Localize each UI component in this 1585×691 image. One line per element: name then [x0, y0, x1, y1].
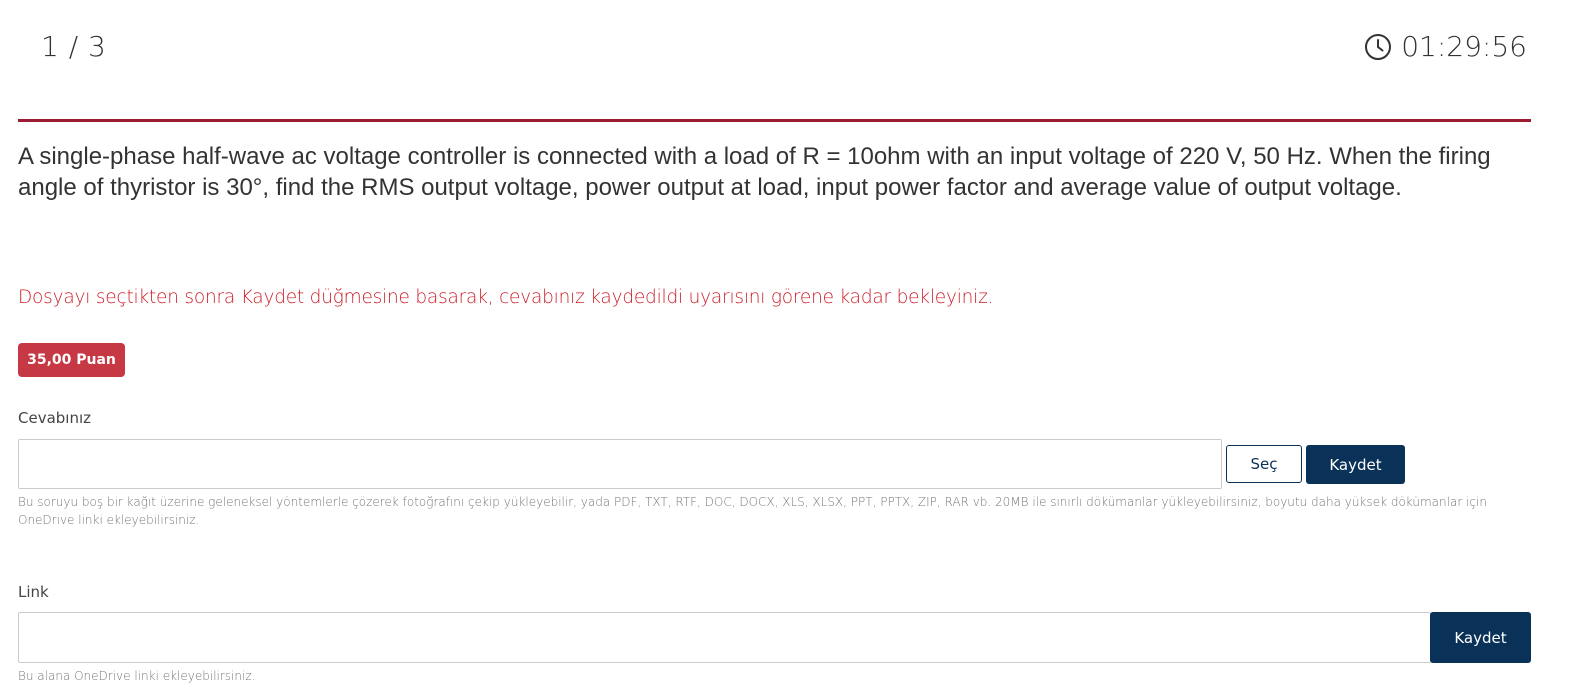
points-badge: 35,00 Puan — [18, 343, 125, 377]
link-label: Link — [18, 583, 49, 601]
answer-file-field[interactable] — [18, 439, 1222, 489]
answer-label: Cevabınız — [18, 409, 92, 427]
question-text: A single-phase half-wave ac voltage cont… — [18, 143, 1491, 201]
link-input[interactable] — [18, 612, 1431, 663]
header-divider — [18, 119, 1531, 122]
top-bar: 1 / 3 01:29:56 — [0, 0, 1585, 120]
timer-value: 01:29:56 — [1401, 30, 1527, 63]
save-link-button[interactable]: Kaydet — [1430, 612, 1531, 663]
timer: 01:29:56 — [1364, 30, 1527, 63]
save-answer-button[interactable]: Kaydet — [1306, 445, 1405, 484]
answer-help-text: Bu soruyu boş bir kağıt üzerine geleneks… — [18, 495, 1487, 527]
select-file-button[interactable]: Seç — [1226, 445, 1302, 483]
question-counter: 1 / 3 — [41, 30, 107, 63]
link-help-text: Bu alana OneDrive linki ekleyebilirsiniz… — [18, 669, 256, 683]
upload-warning: Dosyayı seçtikten sonra Kaydet düğmesine… — [18, 287, 994, 308]
clock-icon — [1365, 33, 1392, 60]
